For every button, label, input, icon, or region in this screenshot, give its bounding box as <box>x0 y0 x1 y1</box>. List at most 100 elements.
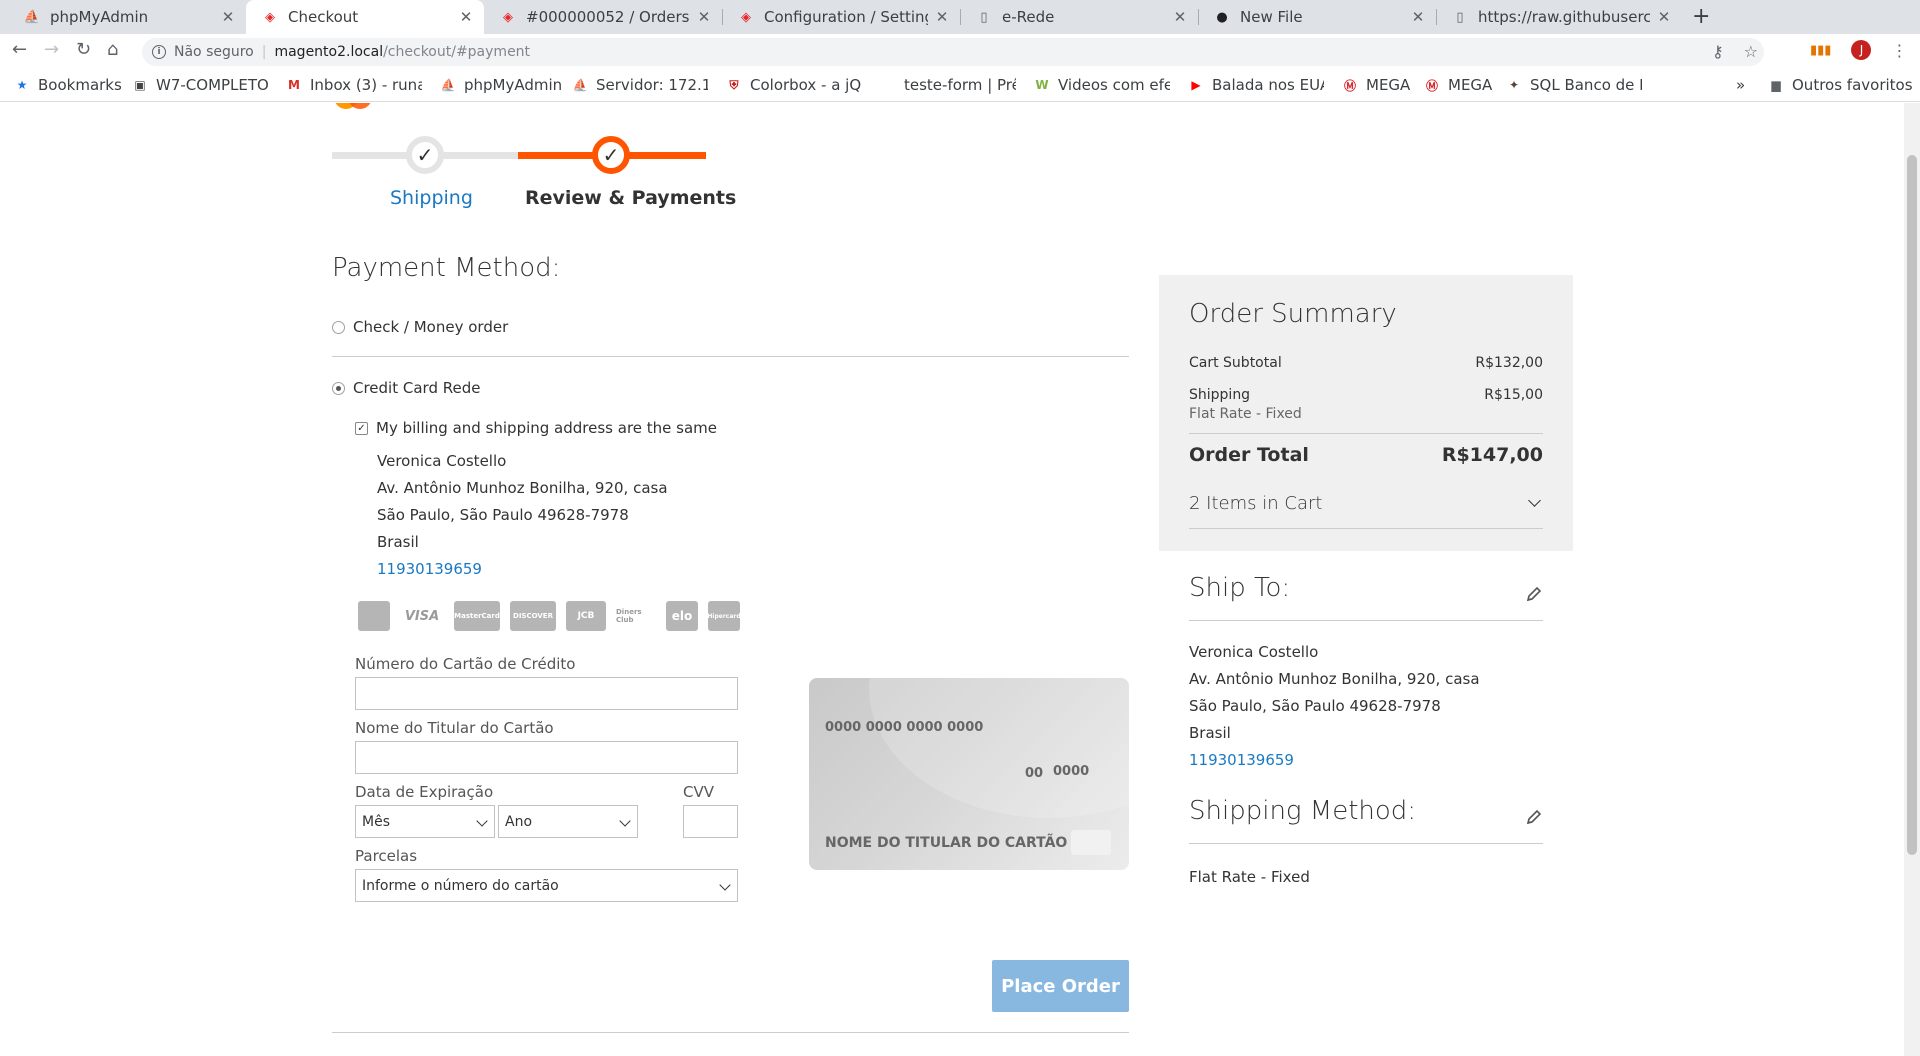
address-country: Brasil <box>1189 724 1231 742</box>
reload-icon[interactable]: ↻ <box>76 39 91 60</box>
bookmark-item[interactable]: ★ Bookmarks <box>14 76 122 94</box>
payment-method-rede[interactable]: Credit Card Rede <box>332 379 480 397</box>
shipping-method-value: Flat Rate - Fixed <box>1189 868 1310 886</box>
menu-icon[interactable]: ⋮ <box>1891 41 1907 60</box>
ship-to-title: Ship To: <box>1189 573 1291 603</box>
payment-method-title: Payment Method: <box>332 253 561 283</box>
tab-phpmyadmin[interactable]: ⛵ phpMyAdmin ✕ <box>8 0 246 34</box>
home-icon[interactable]: ⌂ <box>107 39 118 60</box>
payment-method-check[interactable]: Check / Money order <box>332 318 508 336</box>
tab-new-file[interactable]: ● New File ✕ <box>1198 0 1436 34</box>
place-order-button[interactable]: Place Order <box>992 960 1129 1012</box>
key-icon[interactable]: ⚷ <box>1712 42 1724 61</box>
step-shipping-label[interactable]: Shipping <box>390 187 473 209</box>
extension-icon[interactable]: ▮▮▮ <box>1810 43 1831 58</box>
bookmark-label: Balada nos EUA, <box>1212 76 1324 94</box>
address-phone[interactable]: 11930139659 <box>1189 747 1480 774</box>
tab-checkout[interactable]: ◈ Checkout ✕ <box>246 0 484 34</box>
tab-raw-github[interactable]: ▯ https://raw.githubuserco ✕ <box>1436 0 1682 34</box>
page-scrollbar[interactable] <box>1904 103 1920 1056</box>
card-preview: 0000 0000 0000 0000 00 0000 NOME DO TITU… <box>809 678 1129 870</box>
credit-card-rede-radio[interactable] <box>332 381 345 395</box>
expiry-month-select[interactable]: Mês <box>355 805 495 838</box>
expiry-year-select[interactable]: Ano <box>498 805 638 838</box>
bookmarks-more[interactable]: » <box>1736 76 1745 94</box>
card-number-input[interactable] <box>355 677 738 710</box>
gmail-icon: M <box>288 78 300 92</box>
bookmark-label: Inbox (3) - runac <box>310 76 422 94</box>
back-icon[interactable]: ← <box>12 39 27 60</box>
store-logo[interactable] <box>334 103 378 121</box>
magento-icon: ◈ <box>265 9 275 25</box>
close-icon[interactable]: ✕ <box>1410 8 1426 26</box>
address-street: Av. Antônio Munhoz Bonilha, 920, casa <box>377 479 668 497</box>
edit-pencil-icon[interactable] <box>1526 586 1542 602</box>
bookmark-item[interactable]: teste-form | Prêm <box>880 76 1016 94</box>
card-holder-input[interactable] <box>355 741 738 774</box>
bookmark-item[interactable]: ✦ SQL Banco de D <box>1506 76 1642 94</box>
other-favorites[interactable]: ▆ Outros favoritos <box>1768 76 1913 94</box>
bookmark-item[interactable]: Ⓜ MEGA <box>1342 76 1410 94</box>
star-icon[interactable]: ☆ <box>1744 42 1758 61</box>
phpmyadmin-icon: ⛵ <box>23 9 41 25</box>
actions-divider <box>332 1032 1129 1033</box>
bookmark-item[interactable]: ⛵ Servidor: 172.17. <box>572 76 708 94</box>
same-address-checkbox[interactable]: ✓ <box>355 421 368 435</box>
tab-configuration[interactable]: ◈ Configuration / Settings / ✕ <box>722 0 960 34</box>
avatar[interactable]: J <box>1851 40 1872 60</box>
check-money-radio[interactable] <box>332 320 345 334</box>
bookmark-item[interactable]: ⛵ phpMyAdmin <box>440 76 563 94</box>
close-icon[interactable]: ✕ <box>1172 8 1188 26</box>
checkout-progress: ✓ ✓ Shipping Review & Payments <box>332 121 736 209</box>
card-brand-placeholder <box>1071 830 1111 855</box>
subtotal-value: R$132,00 <box>1475 355 1543 371</box>
forward-icon[interactable]: → <box>44 39 59 60</box>
payment-method-label: Check / Money order <box>353 318 509 336</box>
truck-icon: ▣ <box>134 78 146 92</box>
elo-icon: elo <box>666 601 698 631</box>
items-in-cart-toggle[interactable]: 2 Items in Cart <box>1189 493 1543 514</box>
order-summary-title: Order Summary <box>1189 299 1397 329</box>
bookmark-item[interactable]: ⛨ Colorbox - a jQu <box>726 76 862 94</box>
tab-title: #000000052 / Orders / Op <box>526 8 690 26</box>
close-icon[interactable]: ✕ <box>1656 8 1672 26</box>
other-favorites-label: Outros favoritos <box>1792 76 1913 94</box>
address-name: Veronica Costello <box>377 452 507 470</box>
close-icon[interactable]: ✕ <box>458 8 474 26</box>
close-icon[interactable]: ✕ <box>220 8 236 26</box>
omnibox-actions: ⚷ ☆ <box>1712 42 1758 61</box>
expiry-year-value: Ano <box>505 813 533 830</box>
magento-icon: ◈ <box>503 9 513 25</box>
installments-select[interactable]: Informe o número do cartão <box>355 869 738 902</box>
shipping-value: R$15,00 <box>1484 387 1543 403</box>
order-total-label: Order Total <box>1189 444 1309 466</box>
address-separator: | <box>261 44 267 60</box>
bookmark-item[interactable]: M Inbox (3) - runac <box>286 76 422 94</box>
jcb-icon: JCB <box>566 601 606 631</box>
security-label: Não seguro <box>174 44 254 60</box>
step-shipping-marker: ✓ <box>406 136 444 174</box>
payment-method-label: Credit Card Rede <box>353 379 481 397</box>
bookmark-item[interactable]: Ⓜ MEGA <box>1424 76 1492 94</box>
card-brands: VISA MasterCard DISCOVER JCB Diners Club… <box>358 601 741 631</box>
info-icon[interactable]: i <box>152 45 166 59</box>
scrollbar-thumb[interactable] <box>1907 155 1917 855</box>
close-icon[interactable]: ✕ <box>934 8 950 26</box>
bookmark-item[interactable]: ▣ W7-COMPLETO- <box>132 76 268 94</box>
tab-orders[interactable]: ◈ #000000052 / Orders / Op ✕ <box>484 0 722 34</box>
bookmark-item[interactable]: ▶ Balada nos EUA, <box>1188 76 1324 94</box>
same-address-label: My billing and shipping address are the … <box>376 419 718 437</box>
cvv-input[interactable] <box>683 805 738 838</box>
new-tab-icon[interactable]: + <box>1692 4 1710 29</box>
tab-title: e-Rede <box>1002 8 1055 26</box>
tab-erede[interactable]: ▯ e-Rede ✕ <box>960 0 1198 34</box>
same-address-toggle[interactable]: ✓ My billing and shipping address are th… <box>355 419 717 437</box>
edit-pencil-icon[interactable] <box>1526 809 1542 825</box>
step-payment-label: Review & Payments <box>525 187 737 209</box>
address-phone[interactable]: 11930139659 <box>377 556 668 583</box>
address-bar[interactable]: i Não seguro | magento2.local /checkout/… <box>142 38 1764 66</box>
tab-title: https://raw.githubuserco <box>1478 8 1650 26</box>
close-icon[interactable]: ✕ <box>696 8 712 26</box>
bookmark-label: Servidor: 172.17. <box>596 76 708 94</box>
bookmark-item[interactable]: W Videos com efeit <box>1034 76 1170 94</box>
